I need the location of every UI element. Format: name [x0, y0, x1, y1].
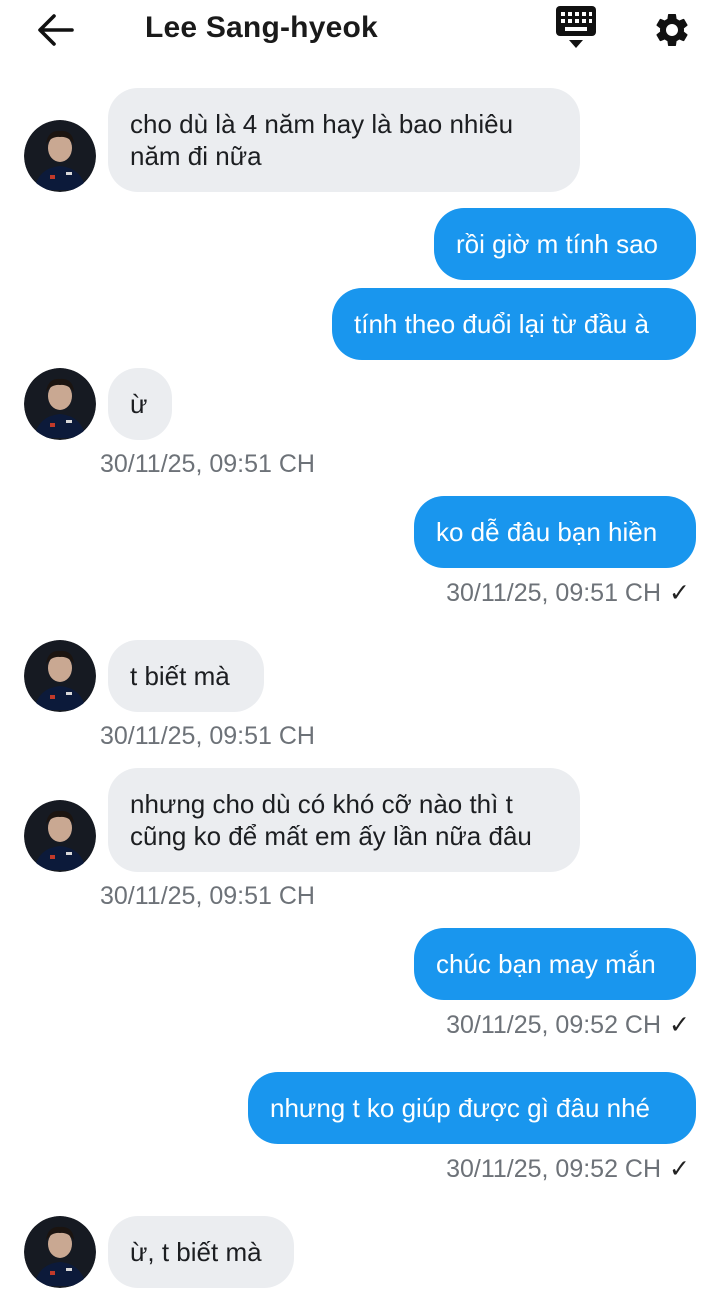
keyboard-icon [556, 6, 596, 48]
message-text-line: cho dù là 4 năm hay là bao nhiêu [130, 109, 514, 139]
message-bubble-incoming[interactable]: ừ [108, 368, 172, 440]
message-text-line: năm đi nữa [130, 141, 262, 171]
message-text: rồi giờ m tính sao [456, 229, 659, 259]
sent-check-icon: ✓ [669, 579, 690, 607]
message-timestamp-row: 30/11/25, 09:52 CH ✓ [446, 1010, 690, 1040]
arrow-left-icon [38, 14, 74, 46]
keyboard-button[interactable] [548, 4, 604, 54]
avatar[interactable] [24, 1216, 96, 1288]
message-timestamp: 30/11/25, 09:51 CH [446, 578, 662, 607]
message-bubble-incoming[interactable]: t biết mà [108, 640, 264, 712]
message-bubble-outgoing[interactable]: ko dễ đâu bạn hiền [414, 496, 696, 568]
message-bubble-outgoing[interactable]: tính theo đuổi lại từ đầu à [332, 288, 696, 360]
message-timestamp: 30/11/25, 09:51 CH [100, 450, 315, 478]
sent-check-icon: ✓ [669, 1155, 690, 1183]
message-bubble-incoming[interactable]: ừ, t biết mà [108, 1216, 294, 1288]
message-text: chúc bạn may mắn [436, 949, 656, 979]
chat-header: Lee Sang-hyeok [0, 0, 720, 62]
message-bubble-incoming[interactable]: cho dù là 4 năm hay là bao nhiêu năm đi … [108, 88, 580, 192]
message-timestamp-row: 30/11/25, 09:52 CH ✓ [446, 1154, 690, 1184]
contact-name: Lee Sang-hyeok [145, 11, 378, 44]
message-bubble-incoming[interactable]: nhưng cho dù có khó cỡ nào thì t cũng ko… [108, 768, 580, 872]
message-bubble-outgoing[interactable]: chúc bạn may mắn [414, 928, 696, 1000]
message-text: ừ [130, 389, 148, 419]
message-timestamp-row: 30/11/25, 09:51 CH ✓ [446, 578, 690, 608]
message-timestamp: 30/11/25, 09:52 CH [446, 1010, 662, 1039]
message-text: t biết mà [130, 661, 230, 691]
message-text-line: nhưng cho dù có khó cỡ nào thì t [130, 789, 513, 819]
message-text: tính theo đuổi lại từ đầu à [354, 309, 649, 339]
message-timestamp: 30/11/25, 09:51 CH [100, 722, 315, 750]
avatar[interactable] [24, 640, 96, 712]
avatar[interactable] [24, 120, 96, 192]
message-bubble-outgoing[interactable]: rồi giờ m tính sao [434, 208, 696, 280]
message-text: ừ, t biết mà [130, 1237, 262, 1267]
message-text: nhưng t ko giúp được gì đâu nhé [270, 1093, 651, 1123]
sent-check-icon: ✓ [669, 1011, 690, 1039]
avatar[interactable] [24, 368, 96, 440]
avatar[interactable] [24, 800, 96, 872]
message-text-line: cũng ko để mất em ấy lần nữa đâu [130, 821, 532, 851]
message-timestamp: 30/11/25, 09:52 CH [446, 1154, 662, 1183]
message-timestamp: 30/11/25, 09:51 CH [100, 882, 315, 910]
message-bubble-outgoing[interactable]: nhưng t ko giúp được gì đâu nhé [248, 1072, 696, 1144]
message-text: ko dễ đâu bạn hiền [436, 517, 658, 547]
back-button[interactable] [30, 8, 82, 52]
gear-icon [656, 13, 688, 46]
settings-button[interactable] [646, 6, 698, 54]
